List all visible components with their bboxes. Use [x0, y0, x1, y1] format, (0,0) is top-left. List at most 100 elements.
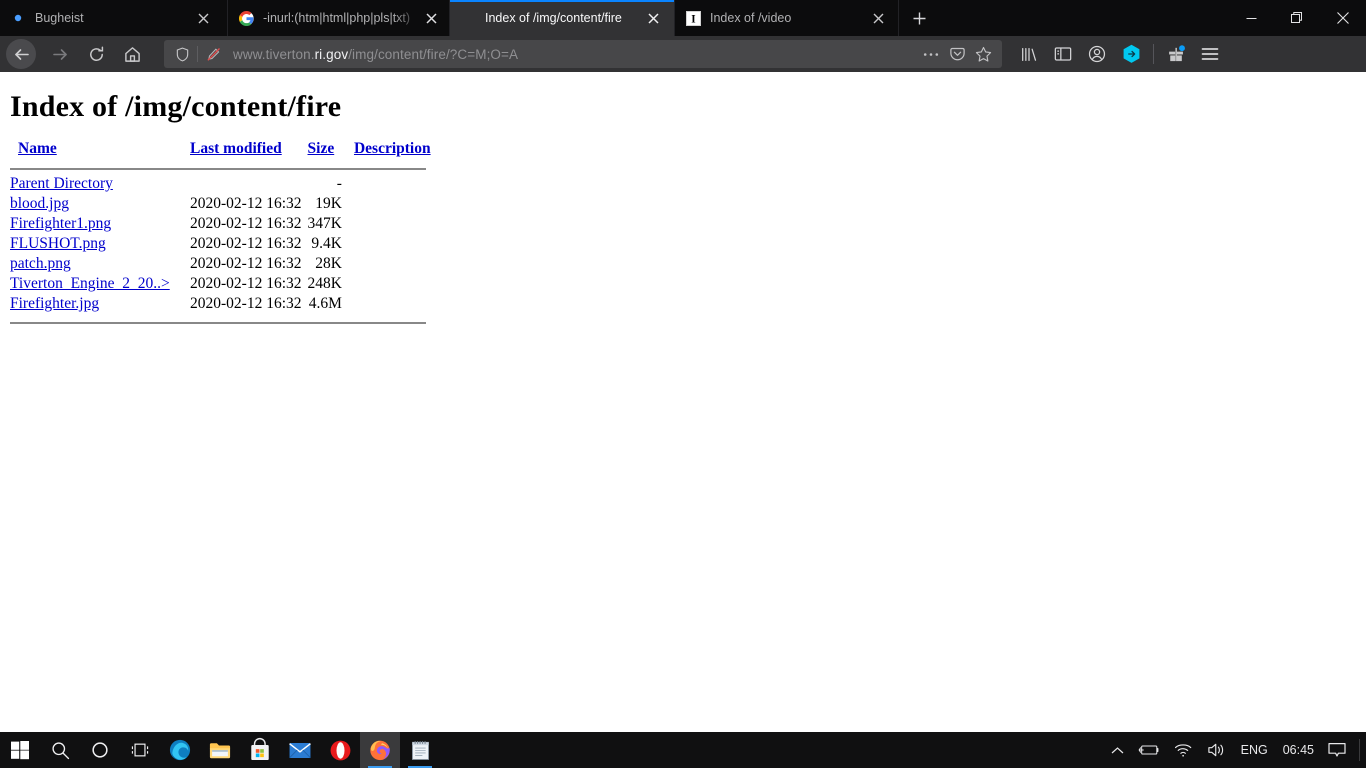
file-link[interactable]: Firefighter1.png [10, 215, 111, 232]
tab-label: Index of /video [710, 11, 792, 25]
file-link[interactable]: FLUSHOT.png [10, 235, 106, 252]
file-name-cell: Parent Directory [10, 174, 190, 194]
menu-icon[interactable] [1193, 39, 1227, 69]
url-suffix: /img/content/fire/?C=M;O=A [348, 46, 519, 62]
column-header-name: Name [10, 140, 190, 164]
tray-divider [1359, 739, 1360, 761]
sort-by-size-link[interactable]: Size [308, 140, 335, 157]
notification-icon[interactable] [1321, 732, 1353, 768]
table-header-row: Name Last modified Size Description [10, 140, 446, 164]
notepad-button[interactable] [400, 732, 440, 768]
file-name-cell: Firefighter.jpg [10, 294, 190, 314]
pocket-icon[interactable] [944, 42, 970, 66]
file-explorer-button[interactable] [200, 732, 240, 768]
library-icon[interactable] [1012, 39, 1046, 69]
file-modified-cell: 2020-02-12 16:32 [190, 195, 302, 212]
opera-button[interactable] [320, 732, 360, 768]
table-row[interactable]: Firefighter1.png 2020-02-12 16:32 347K [10, 214, 446, 234]
footer-rule-cell [10, 314, 446, 328]
reload-button[interactable] [79, 39, 113, 69]
file-link[interactable]: Parent Directory [10, 175, 113, 192]
show-hidden-icons-chevron[interactable] [1104, 732, 1131, 768]
tab-google-search[interactable]: -inurl:(htm|html|php|pls|txt) int [228, 0, 450, 36]
sort-by-name-link[interactable]: Name [18, 140, 57, 157]
sidebar-icon[interactable] [1046, 39, 1080, 69]
url-bar-actions [918, 42, 996, 66]
column-header-last-modified: Last modified [190, 140, 308, 164]
page-content: Index of /img/content/fire Name Last mod… [0, 72, 1366, 732]
home-button[interactable] [115, 39, 149, 69]
file-description-cell [354, 294, 446, 314]
apache-index-icon: I [685, 10, 701, 26]
tab-strip: Bugheist -inurl:(htm|html|php|pls|txt) i… [0, 0, 1366, 36]
table-row[interactable]: FLUSHOT.png 2020-02-12 16:32 9.4K [10, 234, 446, 254]
page-favicon [460, 10, 476, 26]
tab-index-of-img-content-fire[interactable]: Index of /img/content/fire [450, 0, 675, 36]
battery-charging-icon[interactable] [1131, 732, 1167, 768]
file-modified-cell: 2020-02-12 16:32 [190, 295, 302, 312]
start-button[interactable] [0, 732, 40, 768]
back-button[interactable] [6, 39, 36, 69]
file-link[interactable]: patch.png [10, 255, 71, 272]
blue-dot-icon [10, 10, 26, 26]
language-indicator[interactable]: ENG [1233, 732, 1276, 768]
page-actions-ellipsis-icon[interactable] [918, 42, 944, 66]
window-controls [1228, 0, 1366, 36]
url-domain: ri.gov [314, 46, 349, 62]
close-icon[interactable] [643, 8, 663, 28]
wifi-icon[interactable] [1167, 732, 1200, 768]
page-title: Index of /img/content/fire [10, 90, 342, 123]
close-icon[interactable] [421, 8, 441, 28]
url-text[interactable]: www.tiverton.ri.gov/img/content/fire/?C=… [233, 47, 918, 62]
file-name-cell: FLUSHOT.png [10, 234, 190, 254]
sort-by-date-link[interactable]: Last modified [190, 140, 282, 157]
speaker-icon[interactable] [1200, 732, 1233, 768]
tracking-protection-shield-icon[interactable] [170, 43, 194, 65]
new-tab-button[interactable] [903, 2, 935, 34]
file-link[interactable]: Firefighter.jpg [10, 295, 99, 312]
tab-strip-drag-space [935, 0, 1228, 36]
file-modified-cell: 2020-02-12 16:32 [190, 255, 302, 272]
account-icon[interactable] [1080, 39, 1114, 69]
file-description-cell [354, 254, 446, 274]
close-icon[interactable] [1320, 2, 1366, 34]
table-row[interactable]: Parent Directory - [10, 174, 446, 194]
tab-active-indicator [0, 0, 227, 2]
close-icon[interactable] [193, 8, 213, 28]
forward-button[interactable] [43, 39, 77, 69]
clock[interactable]: 06:45 [1276, 732, 1321, 768]
close-icon[interactable] [868, 8, 888, 28]
tab-bugheist[interactable]: Bugheist [0, 0, 228, 36]
cortana-button[interactable] [80, 732, 120, 768]
microsoft-store-button[interactable] [240, 732, 280, 768]
sort-by-description-link[interactable]: Description [354, 140, 431, 157]
tab-label: Bugheist [35, 11, 84, 25]
bookmark-star-icon[interactable] [970, 42, 996, 66]
blocked-permission-icon[interactable] [201, 43, 225, 65]
file-description-cell [354, 274, 446, 294]
file-link[interactable]: blood.jpg [10, 195, 69, 212]
tab-index-of-video[interactable]: I Index of /video [675, 0, 899, 36]
minimize-icon[interactable] [1228, 2, 1274, 34]
google-icon [238, 10, 254, 26]
table-row[interactable]: patch.png 2020-02-12 16:32 28K [10, 254, 446, 274]
url-bar[interactable]: www.tiverton.ri.gov/img/content/fire/?C=… [164, 40, 1002, 68]
search-button[interactable] [40, 732, 80, 768]
edge-button[interactable] [160, 732, 200, 768]
container-icon[interactable] [1114, 39, 1148, 69]
header-rule-row [10, 164, 446, 174]
restore-icon[interactable] [1274, 2, 1320, 34]
file-link[interactable]: Tiverton_Engine_2_20..> [10, 275, 170, 292]
table-row[interactable]: Tiverton_Engine_2_20..> 2020-02-12 16:32… [10, 274, 446, 294]
task-view-button[interactable] [120, 732, 160, 768]
gift-icon[interactable] [1159, 39, 1193, 69]
file-size-cell: 9.4K [311, 235, 342, 252]
file-description-cell [354, 194, 446, 214]
table-row[interactable]: Firefighter.jpg 2020-02-12 16:32 4.6M [10, 294, 446, 314]
table-row[interactable]: blood.jpg 2020-02-12 16:32 19K [10, 194, 446, 214]
url-prefix: www.tiverton. [233, 46, 315, 62]
tab-active-indicator [450, 0, 674, 2]
tab-label: Index of /img/content/fire [485, 11, 622, 25]
mail-button[interactable] [280, 732, 320, 768]
firefox-button[interactable] [360, 732, 400, 768]
